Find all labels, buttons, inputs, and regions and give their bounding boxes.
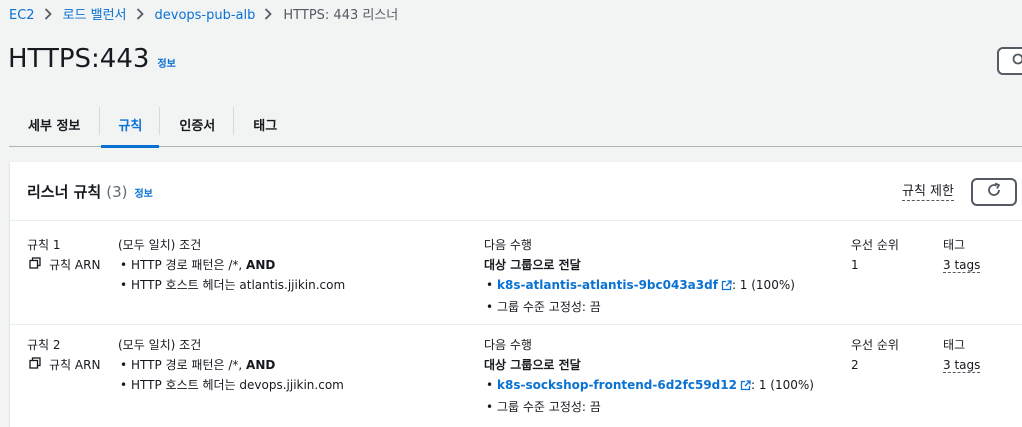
refresh-icon [986, 182, 1002, 202]
breadcrumb-load-balancers[interactable]: 로드 밸런서 [63, 8, 127, 24]
panel-info-link[interactable]: 정보 [134, 185, 152, 200]
page-info-link[interactable]: 정보 [157, 55, 175, 70]
action-type: 대상 그룹으로 전달 [484, 358, 581, 372]
copy-icon [27, 255, 49, 275]
target-group-item: k8s-atlantis-atlantis-9bc043a3df: 1 (100… [484, 275, 795, 297]
listener-rules-panel: 리스너 규칙 (3) 정보 규칙 제한 규칙 1 규칙 ARN (모두 일치) … [10, 162, 1022, 427]
tab-certificates[interactable]: 인증서 [160, 107, 233, 147]
rule-priority-cell: 우선 순위 1 [851, 235, 899, 275]
breadcrumb-ec2[interactable]: EC2 [9, 8, 35, 24]
tab-divider [99, 107, 101, 135]
priority-label: 우선 순위 [851, 338, 899, 352]
conditions-title: (모두 일치) 조건 [118, 338, 202, 352]
rule-action-cell: 다음 수행 대상 그룹으로 전달 k8s-atlantis-atlantis-9… [484, 235, 795, 317]
conditions-title: (모두 일치) 조건 [118, 238, 202, 252]
search-icon [1012, 52, 1022, 71]
external-link-icon [740, 377, 751, 397]
rule-tags-cell: 태그 3 tags [943, 235, 981, 275]
rule-row: 규칙 1 규칙 ARN (모두 일치) 조건 HTTP 경로 패턴은 /*, A… [10, 221, 1022, 325]
rule-priority-cell: 우선 순위 2 [851, 335, 899, 375]
rule-arn-label: 규칙 ARN [49, 358, 101, 372]
copy-rule-arn-button[interactable]: 규칙 ARN [27, 355, 100, 375]
stickiness-item: 그룹 수준 고정성: 끔 [484, 297, 795, 317]
tab-rules[interactable]: 규칙 [101, 107, 160, 148]
priority-value: 2 [851, 358, 859, 372]
conditions-list: HTTP 경로 패턴은 /*, AND HTTP 호스트 헤더는 devops.… [118, 355, 344, 395]
target-group-link[interactable]: k8s-sockshop-frontend-6d2fc59d12 [497, 378, 737, 392]
action-list: k8s-atlantis-atlantis-9bc043a3df: 1 (100… [484, 275, 795, 317]
rule-row: 규칙 2 규칙 ARN (모두 일치) 조건 HTTP 경로 패턴은 /*, A… [10, 325, 1022, 427]
condition-item: HTTP 경로 패턴은 /*, AND [118, 355, 344, 375]
tab-details[interactable]: 세부 정보 [9, 107, 99, 147]
priority-value: 1 [851, 258, 859, 272]
action-type: 대상 그룹으로 전달 [484, 258, 581, 272]
search-button[interactable] [997, 47, 1022, 75]
copy-rule-arn-button[interactable]: 규칙 ARN [27, 255, 100, 275]
target-group-link[interactable]: k8s-atlantis-atlantis-9bc043a3df [497, 278, 718, 292]
target-group-item: k8s-sockshop-frontend-6d2fc59d12: 1 (100… [484, 375, 814, 397]
condition-item: HTTP 호스트 헤더는 atlantis.jjikin.com [118, 275, 345, 295]
rule-conditions-cell: (모두 일치) 조건 HTTP 경로 패턴은 /*, AND HTTP 호스트 … [118, 235, 345, 295]
tab-bar: 세부 정보 규칙 인증서 태그 [9, 107, 1022, 148]
tags-link[interactable]: 3 tags [943, 258, 981, 273]
external-link-icon [721, 277, 732, 297]
breadcrumb-load-balancer-name[interactable]: devops-pub-alb [155, 8, 256, 24]
tags-link[interactable]: 3 tags [943, 358, 981, 373]
rule-arn-label: 규칙 ARN [49, 258, 101, 272]
rule-name: 규칙 1 [27, 238, 61, 252]
stickiness-item: 그룹 수준 고정성: 끔 [484, 397, 814, 417]
tab-tags[interactable]: 태그 [234, 107, 296, 147]
rule-conditions-cell: (모두 일치) 조건 HTTP 경로 패턴은 /*, AND HTTP 호스트 … [118, 335, 344, 395]
chevron-right-icon [136, 8, 144, 24]
rule-name-cell: 규칙 2 규칙 ARN [27, 335, 100, 375]
page-title: HTTPS:443 [8, 44, 150, 74]
rule-limits-link[interactable]: 규칙 제한 [902, 184, 954, 201]
priority-label: 우선 순위 [851, 238, 899, 252]
rule-tags-cell: 태그 3 tags [943, 335, 981, 375]
rule-count: (3) [106, 183, 128, 201]
page-header: HTTPS:443 정보 [8, 44, 176, 74]
panel-header: 리스너 규칙 (3) 정보 규칙 제한 [10, 162, 1022, 221]
chevron-right-icon [44, 8, 52, 24]
action-title: 다음 수행 [484, 338, 532, 352]
rule-action-cell: 다음 수행 대상 그룹으로 전달 k8s-sockshop-frontend-6… [484, 335, 814, 417]
rule-name: 규칙 2 [27, 338, 61, 352]
tags-label: 태그 [943, 238, 966, 252]
breadcrumb-current: HTTPS: 443 리스너 [283, 8, 399, 23]
action-list: k8s-sockshop-frontend-6d2fc59d12: 1 (100… [484, 375, 814, 417]
tags-label: 태그 [943, 338, 966, 352]
action-title: 다음 수행 [484, 238, 532, 252]
panel-title: 리스너 규칙 (3) 정보 [27, 181, 153, 202]
breadcrumb: EC2 로드 밸런서 devops-pub-alb HTTPS: 443 리스너 [9, 8, 398, 24]
copy-icon [27, 355, 49, 375]
refresh-button[interactable] [971, 178, 1017, 206]
rule-name-cell: 규칙 1 규칙 ARN [27, 235, 100, 275]
condition-item: HTTP 경로 패턴은 /*, AND [118, 255, 345, 275]
panel-title-text: 리스너 규칙 [27, 183, 102, 201]
condition-item: HTTP 호스트 헤더는 devops.jjikin.com [118, 375, 344, 395]
chevron-right-icon [264, 8, 273, 24]
conditions-list: HTTP 경로 패턴은 /*, AND HTTP 호스트 헤더는 atlanti… [118, 255, 345, 295]
